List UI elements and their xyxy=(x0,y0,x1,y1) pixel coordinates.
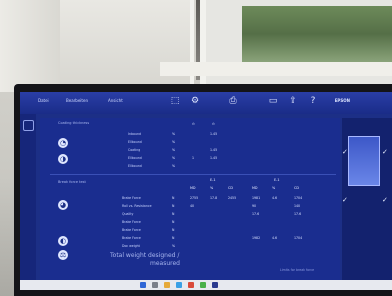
start-icon[interactable] xyxy=(140,282,146,288)
roll-icon: ◐ xyxy=(58,236,68,246)
s2-cell: 1704 xyxy=(294,196,303,200)
col-header: CD xyxy=(294,186,299,190)
section1-title: Coating thickness xyxy=(58,121,90,125)
s2-row-label: Brake Force xyxy=(122,236,141,240)
measurement-panel: Coating thickness ◔ ◑ ⊙ ⊙ Inbound % 1.45… xyxy=(40,118,340,284)
s1-row-value: 1.45 xyxy=(210,132,218,136)
s1-row-unit: % xyxy=(172,164,176,168)
monitor-screen: Datei Bearbeiten Ansicht ⬚ ⚙ ⎙ ▭ ⇪ ? EPS… xyxy=(20,92,392,290)
device-preview-panel: ✓ ✓ ✓ ✓ xyxy=(342,118,392,284)
s2-cell: 40 xyxy=(190,204,195,208)
s2-cell: 17.6 xyxy=(252,212,260,216)
s1-row-value: 1 xyxy=(192,156,195,160)
export-icon[interactable]: ⇪ xyxy=(288,96,298,106)
s2-row-unit: N xyxy=(172,220,175,224)
s2-cell: 4.6 xyxy=(272,196,278,200)
s2-row-label: Quality xyxy=(122,212,134,216)
col-header: % xyxy=(272,186,276,190)
check-icon: ✓ xyxy=(382,196,388,204)
col-header: % xyxy=(210,186,214,190)
menu-item-file[interactable]: Datei xyxy=(38,98,49,103)
s2-cell: 4.6 xyxy=(272,236,278,240)
s2-row-unit: N xyxy=(172,204,175,208)
window-glass-trees xyxy=(242,6,392,62)
s2-row-unit: N xyxy=(172,196,175,200)
coating-detail-icon: ◑ xyxy=(58,154,68,164)
window-pane xyxy=(60,0,194,90)
menu-item-view[interactable]: Ansicht xyxy=(108,98,123,103)
total-weight-label: Total weight designed / xyxy=(110,252,180,259)
s2-row-unit: N xyxy=(172,236,175,240)
app-icon[interactable] xyxy=(188,282,194,288)
s1-row-label: Ellbound xyxy=(128,156,142,160)
s1-row-unit: % xyxy=(172,132,176,136)
left-rail xyxy=(20,114,36,290)
section-divider xyxy=(50,174,336,175)
s2-row-label: Brake Force xyxy=(122,196,141,200)
help-icon[interactable]: ? xyxy=(308,96,318,106)
s2-cell: 1981 xyxy=(252,196,261,200)
app-icon[interactable] xyxy=(200,282,206,288)
os-taskbar xyxy=(20,280,392,290)
s1-row-value: 1.45 xyxy=(210,156,218,160)
s2-row-label: Doc weight xyxy=(122,244,140,248)
s2-cell: 2755 xyxy=(190,196,199,200)
break-force-icon: ◕ xyxy=(58,200,68,210)
search-icon[interactable] xyxy=(152,282,158,288)
s2-cell: 1982 xyxy=(252,236,261,240)
s2-cell: 90 xyxy=(252,204,257,208)
measured-label: measured xyxy=(150,260,180,267)
s2-cell: 17.8 xyxy=(210,196,218,200)
col-header: MD xyxy=(190,186,196,190)
brand-logo: EPSON xyxy=(334,98,350,103)
browser-icon[interactable] xyxy=(176,282,182,288)
s2-row-unit: N xyxy=(172,228,175,232)
window-sill xyxy=(160,62,392,76)
print-icon[interactable]: ⎙ xyxy=(228,96,238,106)
s2-row-unit: N xyxy=(172,212,175,216)
col-header: CD xyxy=(228,186,233,190)
limits-caption: Limits for break force xyxy=(280,268,315,272)
coating-icon: ◔ xyxy=(58,138,68,148)
col-icon-b: ⊙ xyxy=(192,122,195,126)
s2-row-label: Brake Force xyxy=(122,220,141,224)
s1-row-unit: % xyxy=(172,140,176,144)
device-image xyxy=(348,136,380,186)
s2-row-unit: % xyxy=(172,244,176,248)
col-header: MD xyxy=(252,186,258,190)
s1-row-label: Coating xyxy=(128,148,141,152)
s1-row-unit: % xyxy=(172,156,176,160)
s1-row-label: Ellbound xyxy=(128,140,142,144)
s1-row-label: Ellbound xyxy=(128,164,142,168)
check-icon: ✓ xyxy=(382,148,388,156)
s2-cell: 140 xyxy=(294,204,301,208)
app-toolbar: Datei Bearbeiten Ansicht ⬚ ⚙ ⎙ ▭ ⇪ ? EPS… xyxy=(20,92,392,114)
save-icon[interactable]: ⬚ xyxy=(170,96,180,106)
s2-cell: 17.6 xyxy=(294,212,302,216)
col-icon-c: ⊙ xyxy=(212,122,215,126)
s1-row-label: Inbound xyxy=(128,132,141,136)
check-icon: ✓ xyxy=(342,196,348,204)
s2-row-label: Brake Force xyxy=(122,228,141,232)
settings-icon[interactable]: ⚙ xyxy=(190,96,200,106)
s2-row-label: Roll vs. Resistance xyxy=(122,204,152,208)
section2-title: Break force test xyxy=(58,180,86,184)
window-left-frame xyxy=(0,0,60,92)
s2-cell: 2455 xyxy=(228,196,237,200)
menu-item-edit[interactable]: Bearbeiten xyxy=(66,98,88,103)
weight-icon: ⚖ xyxy=(58,250,68,260)
group-header: E-1 xyxy=(210,178,216,182)
folder-icon[interactable] xyxy=(164,282,170,288)
home-icon[interactable] xyxy=(23,120,34,131)
check-icon: ✓ xyxy=(342,148,348,156)
s1-row-value: 1.45 xyxy=(210,148,218,152)
s1-row-unit: % xyxy=(172,148,176,152)
app-icon[interactable] xyxy=(212,282,218,288)
monitor-icon[interactable]: ▭ xyxy=(268,96,278,106)
group-header: E-1 xyxy=(274,178,280,182)
s2-cell: 1704 xyxy=(294,236,303,240)
